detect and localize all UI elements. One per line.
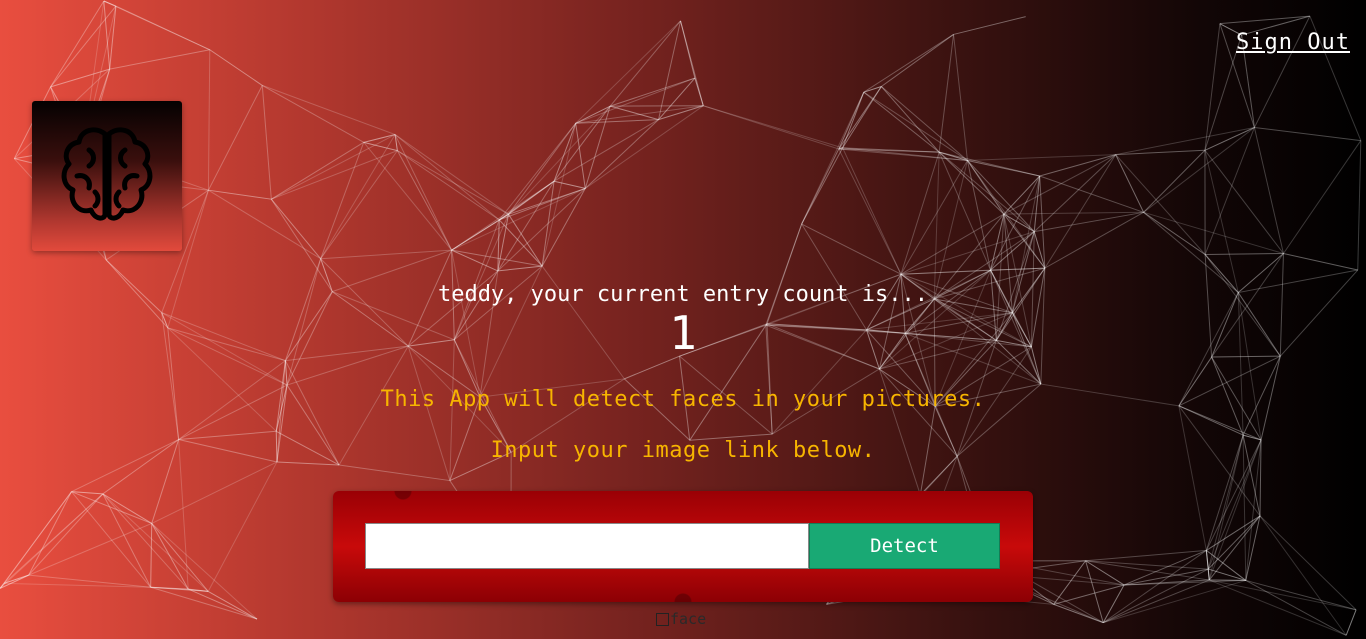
- brain-icon: [61, 127, 153, 221]
- detect-button[interactable]: Detect: [809, 523, 1000, 569]
- face-box-toggle[interactable]: face: [656, 610, 706, 628]
- image-link-form: Detect: [333, 491, 1033, 602]
- app-description: This App will detect faces in your pictu…: [380, 387, 986, 412]
- face-box-label: face: [670, 610, 707, 628]
- entry-count-greeting: teddy, your current entry count is...: [437, 282, 929, 307]
- sign-out-link[interactable]: Sign Out: [1236, 30, 1350, 55]
- entry-count-value: 1: [669, 306, 697, 360]
- input-instruction: Input your image link below.: [490, 438, 876, 463]
- image-url-input[interactable]: [365, 523, 809, 569]
- logo[interactable]: [32, 101, 182, 251]
- face-box-checkbox[interactable]: [656, 612, 669, 626]
